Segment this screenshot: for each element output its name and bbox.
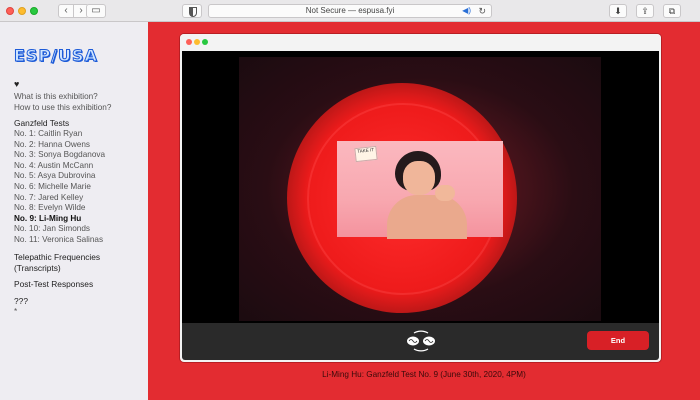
- test-link-4[interactable]: No. 4: Austin McCann: [14, 161, 105, 172]
- test-link-7[interactable]: No. 7: Jared Kelley: [14, 193, 105, 204]
- link-what-is-this-exhibition[interactable]: What is this exhibition?: [14, 92, 111, 103]
- heart-icon[interactable]: ♥: [14, 79, 19, 90]
- ganzfeld-tests-heading[interactable]: Ganzfeld Tests: [14, 118, 69, 129]
- video-maximize-dot: [202, 39, 208, 45]
- telepathic-frequencies-link[interactable]: Telepathic Frequencies (Transcripts): [14, 252, 100, 273]
- tab-overview-button[interactable]: ⧉: [663, 4, 681, 18]
- video-minimize-dot: [194, 39, 200, 45]
- share-button[interactable]: ⇪: [636, 4, 654, 18]
- participant-hand: [435, 185, 455, 201]
- chevron-left-icon: ‹: [64, 5, 68, 16]
- downloads-button[interactable]: ⬇: [609, 4, 627, 18]
- telepathic-line-1: Telepathic Frequencies: [14, 252, 101, 262]
- test-link-5[interactable]: No. 5: Asya Dubrovina: [14, 171, 105, 182]
- footnote-mark: *: [14, 307, 18, 316]
- sidebar-icon: ▭: [91, 5, 101, 16]
- ganzfeld-test-list: No. 1: Caitlin Ryan No. 2: Hanna Owens N…: [14, 129, 105, 246]
- video-feed: TAKE IT: [182, 51, 659, 323]
- video-caption: Li-Ming Hu: Ganzfeld Test No. 9 (June 30…: [322, 370, 526, 379]
- sticky-note: TAKE IT: [354, 145, 378, 163]
- link-how-to-use-exhibition[interactable]: How to use this exhibition?: [14, 103, 111, 114]
- close-window-button[interactable]: [6, 7, 14, 15]
- question-marks-link[interactable]: ???: [14, 296, 28, 307]
- minimize-window-button[interactable]: [18, 7, 26, 15]
- maximize-window-button[interactable]: [30, 7, 38, 15]
- end-call-button[interactable]: End: [587, 331, 649, 350]
- test-link-9-active[interactable]: No. 9: Li-Ming Hu: [14, 214, 105, 225]
- download-icon: ⬇: [614, 6, 622, 16]
- test-link-2[interactable]: No. 2: Hanna Owens: [14, 140, 105, 151]
- test-link-1[interactable]: No. 1: Caitlin Ryan: [14, 129, 105, 140]
- chevron-right-icon: ›: [79, 5, 83, 16]
- test-link-8[interactable]: No. 8: Evelyn Wilde: [14, 203, 105, 214]
- test-link-11[interactable]: No. 11: Veronica Salinas: [14, 235, 105, 246]
- back-button[interactable]: ‹: [58, 4, 74, 18]
- call-controls-bar: End: [182, 323, 659, 360]
- address-bar[interactable]: Not Secure — espusa.fyi ◀) ↻: [208, 4, 492, 18]
- privacy-shield-button[interactable]: [182, 4, 202, 18]
- url-text: Not Secure — espusa.fyi: [305, 6, 395, 15]
- test-link-10[interactable]: No. 10: Jan Simonds: [14, 224, 105, 235]
- share-icon: ⇪: [641, 6, 649, 16]
- video-window-titlebar: [180, 34, 661, 50]
- brains-connection-icon: [407, 330, 435, 352]
- tabs-icon: ⧉: [668, 6, 676, 16]
- speaker-icon[interactable]: ◀): [462, 5, 471, 17]
- participant-body: [387, 195, 467, 239]
- test-link-6[interactable]: No. 6: Michelle Marie: [14, 182, 105, 193]
- main-content: TAKE IT End Li-Ming Hu: Ganzfeld Test No…: [148, 22, 700, 400]
- site-sidebar: ESP/USA ♥ What is this exhibition? How t…: [0, 22, 148, 400]
- participant-face: [403, 161, 435, 195]
- site-logo[interactable]: ESP/USA: [14, 46, 98, 66]
- video-close-dot: [186, 39, 192, 45]
- sidebar-toggle-button[interactable]: ▭: [86, 4, 106, 18]
- ganzfeld-red-light-view: TAKE IT: [239, 57, 601, 321]
- telepathic-line-2: (Transcripts): [14, 262, 61, 273]
- test-link-3[interactable]: No. 3: Sonya Bogdanova: [14, 150, 105, 161]
- reload-icon[interactable]: ↻: [478, 5, 486, 17]
- post-test-responses-link[interactable]: Post-Test Responses: [14, 279, 93, 290]
- participant-webcam: TAKE IT: [337, 141, 503, 239]
- browser-toolbar: ‹ › ▭ Not Secure — espusa.fyi ◀) ↻ ⬇ ⇪ ⧉: [0, 0, 700, 22]
- video-call-window: TAKE IT End: [180, 34, 661, 362]
- about-links: What is this exhibition? How to use this…: [14, 92, 111, 113]
